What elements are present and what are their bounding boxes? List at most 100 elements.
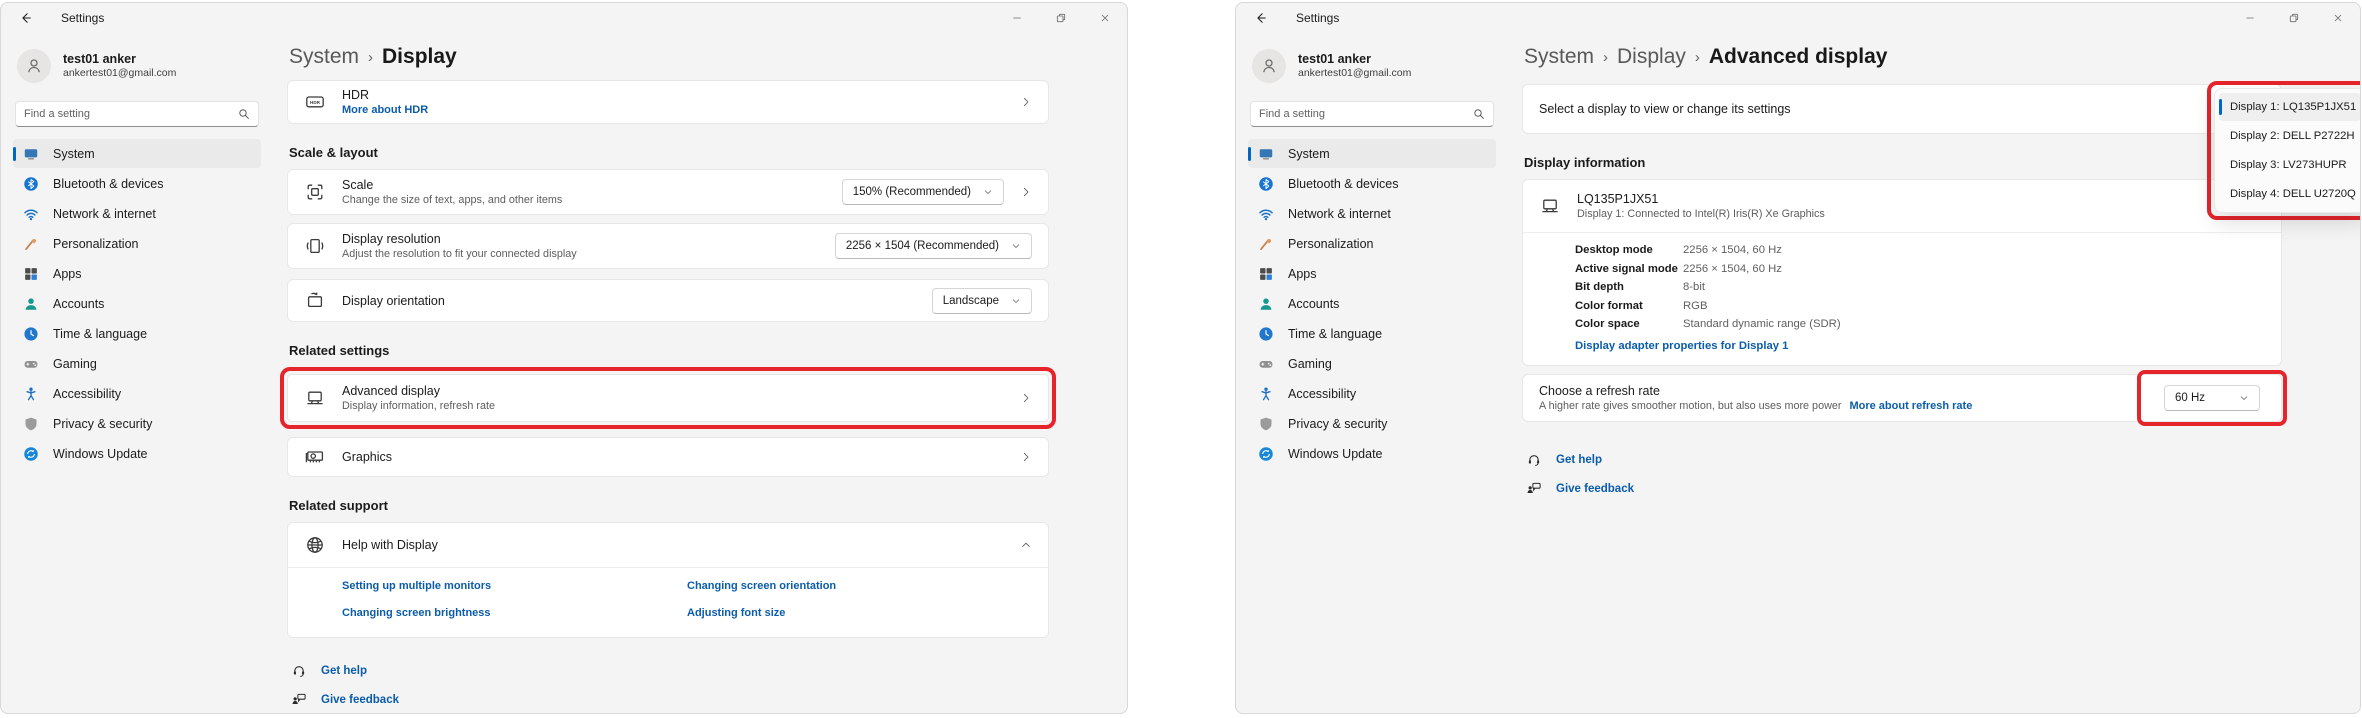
display-option-display-2[interactable]: Display 2: DELL P2722H	[2219, 122, 2361, 150]
window-controls	[995, 3, 1127, 33]
sidebar-item-accounts[interactable]: Accounts	[1248, 289, 1496, 318]
sidebar-item-bluetooth-devices[interactable]: Bluetooth & devices	[13, 169, 261, 198]
sidebar-item-privacy-security[interactable]: Privacy & security	[1248, 409, 1496, 438]
sidebar-item-time-language[interactable]: Time & language	[1248, 319, 1496, 348]
help-with-display-header[interactable]: Help with Display	[288, 523, 1048, 567]
accessibility-icon	[23, 386, 39, 402]
display-resolution-row[interactable]: Display resolution Adjust the resolution…	[287, 223, 1049, 269]
globe-help-icon	[305, 535, 325, 555]
section-display-information: Display information	[1524, 155, 2282, 170]
display-orientation-row[interactable]: Display orientation Landscape	[287, 279, 1049, 322]
close-button[interactable]	[2316, 3, 2360, 33]
help-link-adjusting-font-size[interactable]: Adjusting font size	[687, 607, 1032, 619]
gpu-icon	[305, 447, 325, 467]
display-option-display-1[interactable]: Display 1: LQ135P1JX51	[2219, 93, 2361, 121]
help-link-setting-up-multiple-monitors[interactable]: Setting up multiple monitors	[342, 580, 687, 592]
refresh-rate-dropdown[interactable]: 60 Hz	[2164, 385, 2260, 411]
back-button[interactable]	[11, 6, 41, 30]
search-box[interactable]	[1250, 101, 1494, 127]
display-option-display-3[interactable]: Display 3: LV273HUPR	[2219, 151, 2361, 179]
chevron-down-icon	[983, 187, 993, 197]
get-help-row[interactable]: Get help	[1526, 452, 2282, 468]
more-about-refresh-rate-link[interactable]: More about refresh rate	[1849, 400, 1972, 412]
get-help-icon	[1526, 452, 1542, 468]
sidebar-item-system[interactable]: System	[1248, 139, 1496, 168]
detail-value: RGB	[1683, 299, 2265, 313]
back-arrow-icon	[19, 11, 33, 25]
user-email: ankertest01@gmail.com	[63, 67, 176, 80]
sidebar-item-accounts[interactable]: Accounts	[13, 289, 261, 318]
breadcrumb-system[interactable]: System	[1524, 43, 1594, 70]
user-account[interactable]: test01 anker ankertest01@gmail.com	[1246, 37, 1498, 89]
sidebar-item-apps[interactable]: Apps	[1248, 259, 1496, 288]
give-feedback-row[interactable]: Give feedback	[291, 692, 1049, 708]
help-link-changing-screen-brightness[interactable]: Changing screen brightness	[342, 607, 687, 619]
give-feedback-link[interactable]: Give feedback	[1556, 483, 1634, 495]
sidebar-item-network-internet[interactable]: Network & internet	[13, 199, 261, 228]
sidebar-item-personalization[interactable]: Personalization	[13, 229, 261, 258]
search-box[interactable]	[15, 101, 259, 127]
sidebar-item-privacy-security[interactable]: Privacy & security	[13, 409, 261, 438]
display-option-label: Display 4: DELL U2720Q	[2230, 188, 2356, 200]
minimize-button[interactable]	[2228, 3, 2272, 33]
sidebar-item-time-language[interactable]: Time & language	[13, 319, 261, 348]
chevron-right-icon	[1020, 186, 1032, 198]
sidebar-item-label: Accounts	[53, 297, 104, 311]
hdr-row[interactable]: HDR More about HDR	[287, 80, 1049, 124]
user-account[interactable]: test01 anker ankertest01@gmail.com	[11, 37, 263, 89]
update-icon	[23, 446, 39, 462]
search-input[interactable]	[1259, 108, 1473, 120]
breadcrumb-display[interactable]: Display	[1617, 43, 1686, 70]
sidebar-item-accessibility[interactable]: Accessibility	[1248, 379, 1496, 408]
restore-button[interactable]	[2272, 3, 2316, 33]
brush-icon	[1258, 236, 1274, 252]
minimize-button[interactable]	[995, 3, 1039, 33]
scale-dropdown[interactable]: 150% (Recommended)	[842, 179, 1004, 205]
display-option-label: Display 3: LV273HUPR	[2230, 159, 2347, 171]
sidebar-item-windows-update[interactable]: Windows Update	[13, 439, 261, 468]
resolution-value: 2256 × 1504 (Recommended)	[846, 240, 999, 252]
get-help-row[interactable]: Get help	[291, 663, 1049, 679]
search-input[interactable]	[24, 108, 238, 120]
resolution-dropdown[interactable]: 2256 × 1504 (Recommended)	[835, 233, 1032, 259]
sidebar-item-windows-update[interactable]: Windows Update	[1248, 439, 1496, 468]
give-feedback-link[interactable]: Give feedback	[321, 694, 399, 706]
detail-label: Bit depth	[1575, 280, 1683, 294]
sidebar-item-bluetooth-devices[interactable]: Bluetooth & devices	[1248, 169, 1496, 198]
sidebar-item-network-internet[interactable]: Network & internet	[1248, 199, 1496, 228]
advanced-display-row[interactable]: Advanced display Display information, re…	[287, 374, 1049, 422]
wifi-icon	[1258, 206, 1274, 222]
restore-button[interactable]	[1039, 3, 1083, 33]
sidebar-item-accessibility[interactable]: Accessibility	[13, 379, 261, 408]
chevron-down-icon	[1011, 241, 1021, 251]
back-button[interactable]	[1246, 6, 1276, 30]
main-content: System › Display HDR More about HDR Scal…	[273, 33, 1127, 714]
sidebar-item-personalization[interactable]: Personalization	[1248, 229, 1496, 258]
give-feedback-row[interactable]: Give feedback	[1526, 481, 2282, 497]
orientation-title: Display orientation	[342, 294, 445, 308]
detail-row-color-format: Color formatRGB	[1575, 299, 2265, 313]
wifi-icon	[23, 206, 39, 222]
window-controls	[2228, 3, 2360, 33]
sidebar-item-gaming[interactable]: Gaming	[13, 349, 261, 378]
display-option-display-4[interactable]: Display 4: DELL U2720Q	[2219, 180, 2361, 208]
sidebar-item-apps[interactable]: Apps	[13, 259, 261, 288]
user-name: test01 anker	[1298, 52, 1411, 67]
orientation-dropdown[interactable]: Landscape	[932, 288, 1032, 314]
graphics-row[interactable]: Graphics	[287, 437, 1049, 477]
breadcrumb-system[interactable]: System	[289, 43, 359, 70]
sidebar-item-system[interactable]: System	[13, 139, 261, 168]
sidebar-item-gaming[interactable]: Gaming	[1248, 349, 1496, 378]
get-help-link[interactable]: Get help	[1556, 454, 1602, 466]
scale-row[interactable]: Scale Change the size of text, apps, and…	[287, 169, 1049, 215]
more-about-hdr-link[interactable]: More about HDR	[342, 104, 428, 116]
help-link-changing-screen-orientation[interactable]: Changing screen orientation	[687, 580, 1032, 592]
system-icon	[23, 146, 39, 162]
advanced-display-title: Advanced display	[342, 384, 495, 398]
update-icon	[1258, 446, 1274, 462]
display-adapter-properties-link[interactable]: Display adapter properties for Display 1	[1575, 340, 1788, 352]
close-button[interactable]	[1083, 3, 1127, 33]
search-icon	[1473, 108, 1485, 120]
get-help-link[interactable]: Get help	[321, 665, 367, 677]
page-title: Advanced display	[1709, 43, 1888, 70]
